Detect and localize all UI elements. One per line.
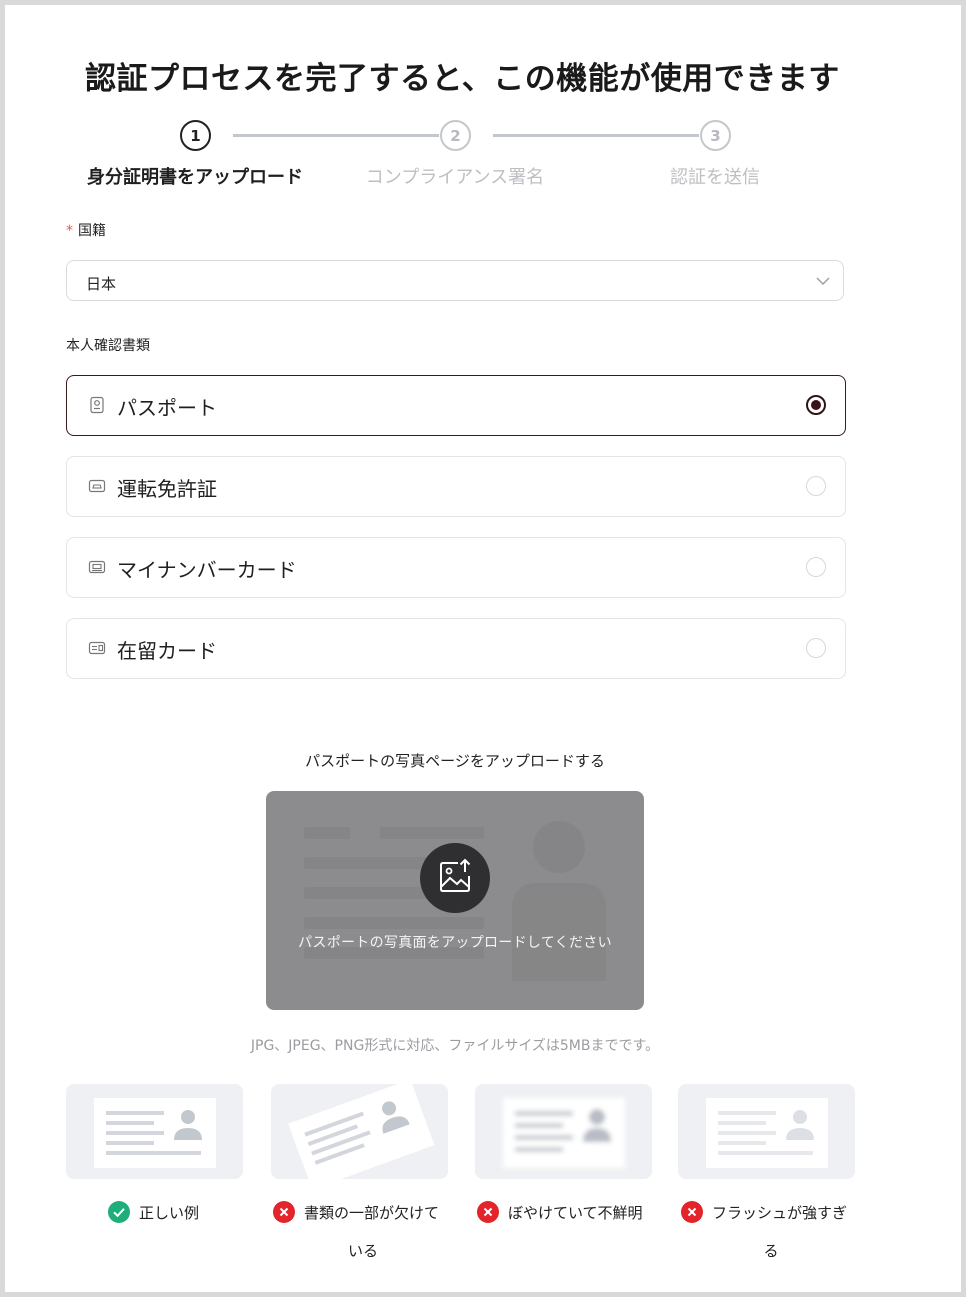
chevron-down-icon xyxy=(816,277,830,285)
example-label-blurry: ぼやけていて不鮮明 xyxy=(477,1194,643,1232)
upload-prompt: パスポートの写真面をアップロードしてください xyxy=(298,935,612,951)
blurry-example-illustration xyxy=(503,1098,625,1168)
step-connector-2 xyxy=(493,134,699,137)
page-title: 認証プロセスを完了すると、この機能が使用できます xyxy=(85,61,840,97)
error-circle-icon xyxy=(273,1200,295,1223)
id-option-label: 在留カード xyxy=(117,639,217,663)
example-label-text: 書類の一部が欠けて xyxy=(304,1204,440,1222)
id-option-mynumber-card[interactable]: マイナンバーカード xyxy=(66,537,846,598)
example-label-flash: フラッシュが強すぎ る xyxy=(681,1194,861,1270)
cropped-example-illustration xyxy=(288,1084,435,1179)
example-label-text-line2: いる xyxy=(347,1242,378,1260)
step-1-label: 身分証明書をアップロード xyxy=(87,167,303,188)
id-option-label: マイナンバーカード xyxy=(117,558,297,582)
check-circle-icon xyxy=(108,1200,130,1223)
error-circle-icon xyxy=(681,1200,703,1223)
nationality-label-text: 国籍 xyxy=(78,223,106,239)
example-card-cropped xyxy=(271,1084,448,1179)
upload-dropzone[interactable]: パスポートの写真面をアップロードしてください xyxy=(266,791,644,1010)
example-label-cropped: 書類の一部が欠けて いる xyxy=(273,1194,453,1270)
step-connector-1 xyxy=(233,134,439,137)
id-option-label: 運転免許証 xyxy=(117,477,217,501)
step-2-label: コンプライアンス署名 xyxy=(365,167,545,188)
radio-unselected[interactable] xyxy=(806,476,826,496)
example-label-text: フラッシュが強すぎ xyxy=(712,1204,848,1222)
required-mark: * xyxy=(66,223,73,239)
example-label-correct: 正しい例 xyxy=(108,1194,199,1232)
error-circle-icon xyxy=(477,1200,499,1223)
nationality-value: 日本 xyxy=(86,275,117,293)
verification-panel: 認証プロセスを完了すると、この機能が使用できます 1 2 3 身分証明書をアップ… xyxy=(5,5,961,1292)
nationality-label: * 国籍 xyxy=(66,220,106,240)
passport-icon xyxy=(90,396,104,414)
step-3-label: 認証を送信 xyxy=(670,167,760,188)
example-card-blurry xyxy=(475,1084,652,1179)
file-format-hint: JPG、JPEG、PNG形式に対応、ファイルサイズは5MBまでです。 xyxy=(250,1038,660,1054)
step-1-indicator: 1 xyxy=(180,120,211,151)
radio-unselected[interactable] xyxy=(806,638,826,658)
upload-title: パスポートの写真ページをアップロードする xyxy=(305,752,605,770)
image-upload-icon xyxy=(440,858,471,892)
id-type-label: 本人確認書類 xyxy=(66,338,150,354)
residence-card-icon xyxy=(88,641,106,655)
example-card-flash xyxy=(678,1084,855,1179)
radio-unselected[interactable] xyxy=(806,557,826,577)
radio-selected[interactable] xyxy=(806,395,826,415)
id-option-label: パスポート xyxy=(117,396,217,420)
example-label-text-line2: る xyxy=(763,1242,779,1260)
flash-example-illustration xyxy=(706,1098,828,1168)
mynumber-card-icon xyxy=(88,560,106,574)
car-license-icon xyxy=(88,479,106,493)
example-label-text: ぼやけていて不鮮明 xyxy=(508,1204,643,1222)
step-3-indicator: 3 xyxy=(700,120,731,151)
step-2-indicator: 2 xyxy=(440,120,471,151)
id-option-drivers-license[interactable]: 運転免許証 xyxy=(66,456,846,517)
upload-image-button[interactable] xyxy=(420,843,490,913)
nationality-select[interactable]: 日本 xyxy=(66,260,844,301)
id-option-passport[interactable]: パスポート xyxy=(66,375,846,436)
example-card-correct xyxy=(66,1084,243,1179)
id-option-residence-card[interactable]: 在留カード xyxy=(66,618,846,679)
example-label-text: 正しい例 xyxy=(139,1204,200,1222)
correct-example-illustration xyxy=(94,1098,216,1168)
